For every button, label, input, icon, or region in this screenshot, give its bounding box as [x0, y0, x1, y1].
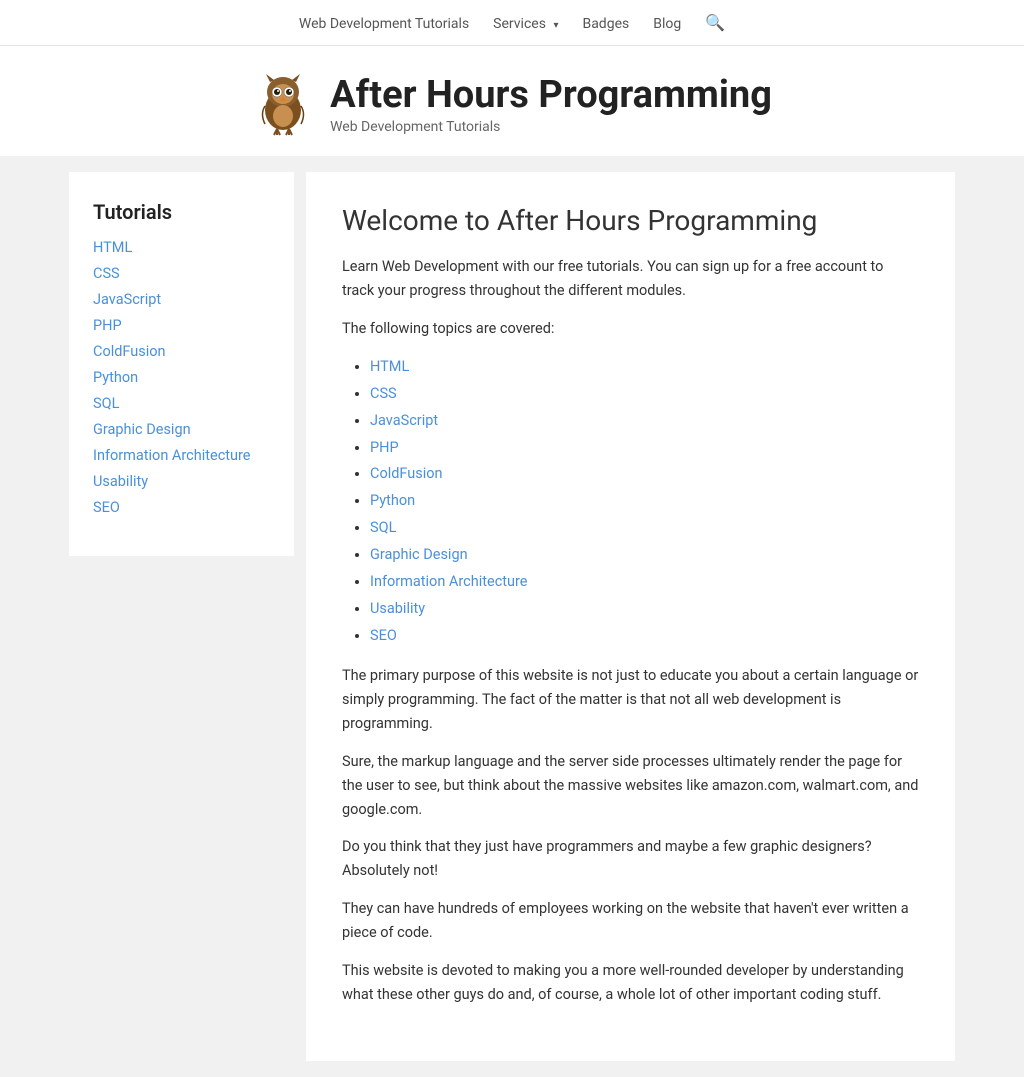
sidebar-link[interactable]: SQL — [93, 395, 119, 412]
sidebar-item[interactable]: HTML — [93, 238, 270, 256]
topic-link[interactable]: JavaScript — [370, 412, 438, 429]
sidebar-link[interactable]: ColdFusion — [93, 343, 166, 360]
sidebar-link[interactable]: Usability — [93, 473, 148, 490]
sidebar-links: HTML CSS JavaScript PHP ColdFusion Python SQL G… — [93, 238, 270, 516]
sidebar-link[interactable]: SEO — [93, 499, 120, 516]
site-tagline: Web Development Tutorials — [330, 119, 772, 135]
topic-link[interactable]: Graphic Design — [370, 546, 468, 563]
sidebar: Tutorials HTML CSS JavaScript PHP ColdFusion… — [69, 172, 294, 556]
sidebar-link[interactable]: JavaScript — [93, 291, 161, 308]
topic-item: PHP — [370, 436, 919, 460]
nav-link-blog[interactable]: Blog — [653, 16, 681, 32]
nav-link-tutorials[interactable]: Web Development Tutorials — [299, 16, 469, 32]
topic-item: CSS — [370, 382, 919, 406]
topic-item: Graphic Design — [370, 543, 919, 567]
sidebar-link[interactable]: Graphic Design — [93, 421, 191, 438]
top-navigation: Web Development Tutorials Services ▾ Bad… — [0, 0, 1024, 46]
nav-item-badges[interactable]: Badges — [582, 14, 629, 32]
main-wrapper: Tutorials HTML CSS JavaScript PHP ColdFusion… — [57, 156, 967, 1077]
sidebar-link[interactable]: Python — [93, 369, 138, 386]
sidebar-item[interactable]: SQL — [93, 394, 270, 412]
body-paragraph-3: Do you think that they just have program… — [342, 835, 919, 883]
topics-intro: The following topics are covered: — [342, 317, 919, 341]
topic-item: Python — [370, 489, 919, 513]
nav-list: Web Development Tutorials Services ▾ Bad… — [299, 13, 725, 32]
page-heading: Welcome to After Hours Programming — [342, 204, 919, 237]
sidebar-link[interactable]: PHP — [93, 317, 122, 334]
body-paragraph-2: Sure, the markup language and the server… — [342, 750, 919, 822]
topic-item: JavaScript — [370, 409, 919, 433]
owl-logo — [252, 74, 314, 136]
site-header: After Hours Programming Web Development … — [0, 46, 1024, 156]
topic-item: Usability — [370, 597, 919, 621]
nav-item-search[interactable]: 🔍 — [705, 13, 725, 32]
sidebar-link[interactable]: CSS — [93, 265, 120, 282]
sidebar-item[interactable]: PHP — [93, 316, 270, 334]
main-content: Welcome to After Hours Programming Learn… — [306, 172, 955, 1061]
topic-link[interactable]: Usability — [370, 600, 425, 617]
nav-item-tutorials[interactable]: Web Development Tutorials — [299, 14, 469, 32]
topic-link[interactable]: CSS — [370, 385, 397, 402]
sidebar-item[interactable]: Python — [93, 368, 270, 386]
header-inner: After Hours Programming Web Development … — [252, 74, 772, 136]
sidebar-link[interactable]: HTML — [93, 239, 132, 256]
nav-item-blog[interactable]: Blog — [653, 14, 681, 32]
topic-link[interactable]: HTML — [370, 358, 409, 375]
topic-item: Information Architecture — [370, 570, 919, 594]
topic-item: SEO — [370, 624, 919, 648]
topic-link[interactable]: Python — [370, 492, 415, 509]
topics-list: HTML CSS JavaScript PHP ColdFusion Python SQL G… — [342, 355, 919, 648]
intro-paragraph-1: Learn Web Development with our free tuto… — [342, 255, 919, 303]
topic-item: HTML — [370, 355, 919, 379]
sidebar-item[interactable]: Usability — [93, 472, 270, 490]
sidebar-item[interactable]: SEO — [93, 498, 270, 516]
sidebar-item[interactable]: Graphic Design — [93, 420, 270, 438]
chevron-down-icon: ▾ — [553, 20, 558, 31]
topic-link[interactable]: SQL — [370, 519, 396, 536]
sidebar-link[interactable]: Information Architecture — [93, 447, 251, 464]
nav-link-services[interactable]: Services ▾ — [493, 16, 558, 32]
sidebar-item[interactable]: JavaScript — [93, 290, 270, 308]
body-paragraph-1: The primary purpose of this website is n… — [342, 664, 919, 736]
sidebar-item[interactable]: Information Architecture — [93, 446, 270, 464]
topic-link[interactable]: Information Architecture — [370, 573, 528, 590]
sidebar-item[interactable]: ColdFusion — [93, 342, 270, 360]
topic-item: ColdFusion — [370, 462, 919, 486]
topic-item: SQL — [370, 516, 919, 540]
site-title: After Hours Programming — [330, 75, 772, 117]
sidebar-item[interactable]: CSS — [93, 264, 270, 282]
nav-link-badges[interactable]: Badges — [582, 16, 629, 32]
topic-link[interactable]: PHP — [370, 439, 399, 456]
body-paragraph-4: They can have hundreds of employees work… — [342, 897, 919, 945]
site-title-block: After Hours Programming Web Development … — [330, 75, 772, 135]
body-paragraph-5: This website is devoted to making you a … — [342, 959, 919, 1007]
topic-link[interactable]: ColdFusion — [370, 465, 443, 482]
topic-link[interactable]: SEO — [370, 627, 397, 644]
nav-item-services[interactable]: Services ▾ — [493, 14, 558, 32]
sidebar-heading: Tutorials — [93, 200, 270, 224]
search-icon[interactable]: 🔍 — [705, 13, 725, 32]
